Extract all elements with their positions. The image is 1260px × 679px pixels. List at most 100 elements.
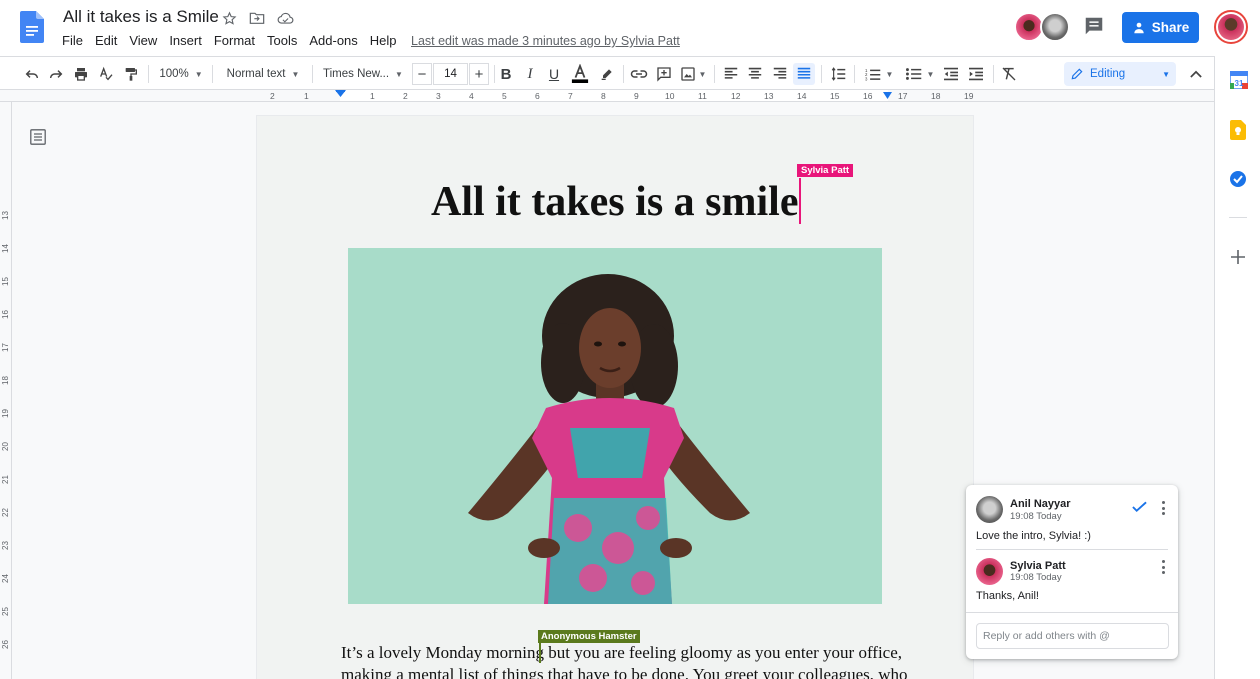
document-body[interactable]: It’s a lovely Monday morning but you are… [341,642,908,679]
ruler-tick: 15 [1,277,10,286]
ruler-tick: 2 [270,91,275,101]
right-indent-marker[interactable] [883,92,892,100]
ruler-tick: 1 [370,91,375,101]
vertical-scrollbar[interactable] [1205,102,1213,679]
account-avatar[interactable] [1214,10,1248,44]
ruler-tick: 13 [1,211,10,220]
more-options-icon[interactable] [1158,560,1168,574]
decrease-font-size-button[interactable]: − [412,63,432,85]
reply-input[interactable]: Reply or add others with @ [976,623,1169,649]
ruler-tick: 18 [931,91,941,101]
menu-format[interactable]: Format [208,33,261,48]
menu-insert[interactable]: Insert [163,33,208,48]
style-select[interactable]: Normal text ▼ [222,63,304,85]
ruler-tick: 10 [665,91,675,101]
line-spacing-icon[interactable] [828,63,848,85]
document-heading[interactable]: All it takes is a smile [431,178,798,226]
link-icon[interactable] [629,63,649,85]
tasks-icon[interactable] [1229,170,1247,188]
comment-author: Sylvia Patt [1010,560,1066,572]
paint-format-icon [125,68,137,81]
align-center-icon[interactable] [745,63,765,85]
menu-file[interactable]: File [56,33,89,48]
collaborator-cursor-anon [539,643,541,663]
document-photo[interactable] [348,248,882,604]
text-color-icon[interactable] [570,63,590,85]
comment-time: 19:08 Today [1010,511,1062,522]
ruler-tick: 3 [436,91,441,101]
decrease-indent-icon[interactable] [941,63,961,85]
pencil-icon [1071,68,1083,80]
font-select[interactable]: Times New... ▼ [322,63,404,85]
side-panel: 31 [1214,56,1260,679]
bulleted-list-icon[interactable]: ▼ [903,63,937,85]
redo-button[interactable] [46,63,66,85]
resolve-check-icon[interactable] [1132,501,1147,513]
print-icon [75,68,87,81]
horizontal-ruler: 2 1 1 2 3 4 5 6 7 8 9 10 11 12 13 14 15 … [0,90,1214,102]
body-line-1-end: but you are feeling gloomy as you enter … [544,643,903,662]
star-icon[interactable] [220,9,238,27]
plus-icon[interactable] [1231,250,1245,264]
calendar-icon[interactable]: 31 [1230,71,1248,89]
ruler-tick: 12 [731,91,741,101]
bold-icon[interactable]: B [497,63,515,85]
italic-icon[interactable]: I [521,63,539,85]
increase-indent-icon[interactable] [966,63,986,85]
ruler-tick: 14 [1,244,10,253]
increase-font-size-button[interactable]: + [469,63,489,85]
comment-text: Thanks, Anil! [976,590,1039,602]
highlight-icon[interactable] [597,63,617,85]
editing-mode-select[interactable]: Editing ▼ [1064,62,1176,86]
print-button[interactable] [71,63,91,85]
avatar-sylvia [976,558,1003,585]
document-title[interactable]: All it takes is a Smile [63,7,219,27]
comment-author: Anil Nayyar [1010,498,1071,510]
ruler-tick: 16 [863,91,873,101]
redo-icon [49,70,63,79]
svg-text:3: 3 [865,77,868,81]
zoom-select[interactable]: 100% ▼ [156,63,206,85]
more-options-icon[interactable] [1158,501,1168,515]
menu-addons[interactable]: Add-ons [303,33,363,48]
spellcheck-button[interactable] [96,63,116,85]
comment-thread[interactable]: Anil Nayyar 19:08 Today Love the intro, … [966,485,1178,659]
menu-help[interactable]: Help [364,33,403,48]
avatar-anil[interactable] [1040,12,1070,42]
collaborator-cursor-sylvia [799,178,801,224]
move-folder-icon[interactable] [248,9,266,27]
add-comment-icon[interactable] [654,63,674,85]
menu-view[interactable]: View [123,33,163,48]
justify-icon[interactable] [793,63,815,85]
outline-icon[interactable] [30,129,46,145]
font-value: Times New... [323,68,390,80]
menu-tools[interactable]: Tools [261,33,303,48]
collaborator-flag-sylvia: Sylvia Patt [797,164,854,177]
keep-icon[interactable] [1230,120,1246,140]
comment-history-icon[interactable] [1083,15,1105,37]
collapse-icon[interactable] [1186,63,1206,85]
font-size-input[interactable]: 14 [433,63,468,85]
align-left-icon[interactable] [721,63,741,85]
ruler-tick: 6 [535,91,540,101]
ruler-tick: 19 [1,409,10,418]
left-indent-marker[interactable] [335,90,346,99]
last-edit-link[interactable]: Last edit was made 3 minutes ago by Sylv… [411,34,680,48]
ruler-tick: 15 [830,91,840,101]
docs-logo-icon[interactable] [20,11,44,43]
cloud-icon[interactable] [276,9,294,27]
undo-button[interactable] [22,63,42,85]
insert-image-icon[interactable]: ▼ [679,63,707,85]
ruler-tick: 24 [1,574,10,583]
paint-format-button[interactable] [121,63,141,85]
menu-edit[interactable]: Edit [89,33,123,48]
ruler-tick: 2 [403,91,408,101]
clear-formatting-icon[interactable] [999,63,1019,85]
avatar-anil [976,496,1003,523]
collaborator-avatars [1014,12,1072,42]
align-right-icon[interactable] [770,63,790,85]
numbered-list-icon[interactable]: 1 2 3 ▼ [862,63,896,85]
underline-icon[interactable]: U [545,63,563,85]
ruler-tick: 17 [1,343,10,352]
share-button[interactable]: Share [1122,12,1199,43]
